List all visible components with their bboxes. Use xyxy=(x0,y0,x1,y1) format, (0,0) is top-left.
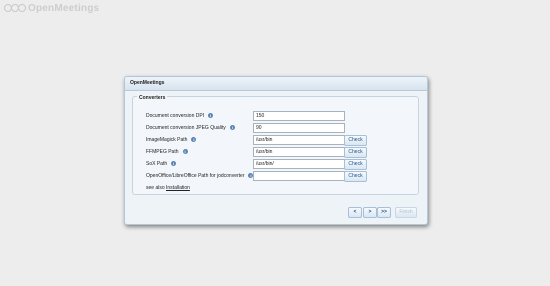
row-jpeg-quality: Document conversion JPEG Quality i 90 xyxy=(133,123,418,133)
row-dpi: Document conversion DPI i 150 xyxy=(133,111,418,121)
field-label: ImageMagick Path i xyxy=(146,137,197,143)
jpeg-quality-input[interactable]: 90 xyxy=(253,123,345,133)
field-label: FFMPEG Path i xyxy=(146,149,188,155)
logo-rings-icon xyxy=(4,4,26,12)
finish-button[interactable]: Finish xyxy=(395,207,417,218)
sox-path-input[interactable]: /usr/bin/ xyxy=(253,159,345,169)
check-office-button[interactable]: Check xyxy=(344,171,367,182)
info-icon[interactable]: i xyxy=(182,149,188,155)
converters-dialog: OpenMeetings Converters Document convers… xyxy=(124,76,428,225)
check-sox-button[interactable]: Check xyxy=(344,159,367,170)
converters-fieldset: Converters Document conversion DPI i 150 … xyxy=(132,95,419,195)
app-logo: OpenMeetings xyxy=(4,1,99,15)
field-label: OpenOffice/LibreOffice Path for jodconve… xyxy=(146,173,254,179)
see-also-text: see also Installation xyxy=(146,185,190,191)
info-icon[interactable]: i xyxy=(229,125,235,131)
ffmpeg-path-input[interactable]: /usr/bin xyxy=(253,147,345,157)
info-icon[interactable]: i xyxy=(208,113,214,119)
office-path-input[interactable] xyxy=(253,171,345,181)
row-sox: SoX Path i /usr/bin/ Check xyxy=(133,159,418,170)
prev-button[interactable]: < xyxy=(348,207,362,218)
field-label: SoX Path i xyxy=(146,161,177,167)
row-ffmpeg: FFMPEG Path i /usr/bin Check xyxy=(133,147,418,158)
check-imagemagick-button[interactable]: Check xyxy=(344,135,367,146)
imagemagick-path-input[interactable]: /usr/bin xyxy=(253,135,345,145)
next-button[interactable]: > xyxy=(363,207,377,218)
field-label: Document conversion DPI i xyxy=(146,113,214,119)
section-title: Converters xyxy=(137,95,168,101)
installation-link[interactable]: Installation xyxy=(166,185,190,191)
field-label: Document conversion JPEG Quality i xyxy=(146,125,235,131)
last-button[interactable]: >> xyxy=(377,207,391,218)
row-imagemagick: ImageMagick Path i /usr/bin Check xyxy=(133,135,418,146)
check-ffmpeg-button[interactable]: Check xyxy=(344,147,367,158)
info-icon[interactable]: i xyxy=(191,137,197,143)
dialog-title: OpenMeetings xyxy=(125,77,427,91)
dpi-input[interactable]: 150 xyxy=(253,111,345,121)
logo-text: OpenMeetings xyxy=(28,2,100,14)
info-icon[interactable]: i xyxy=(171,161,177,167)
row-office: OpenOffice/LibreOffice Path for jodconve… xyxy=(133,171,418,182)
